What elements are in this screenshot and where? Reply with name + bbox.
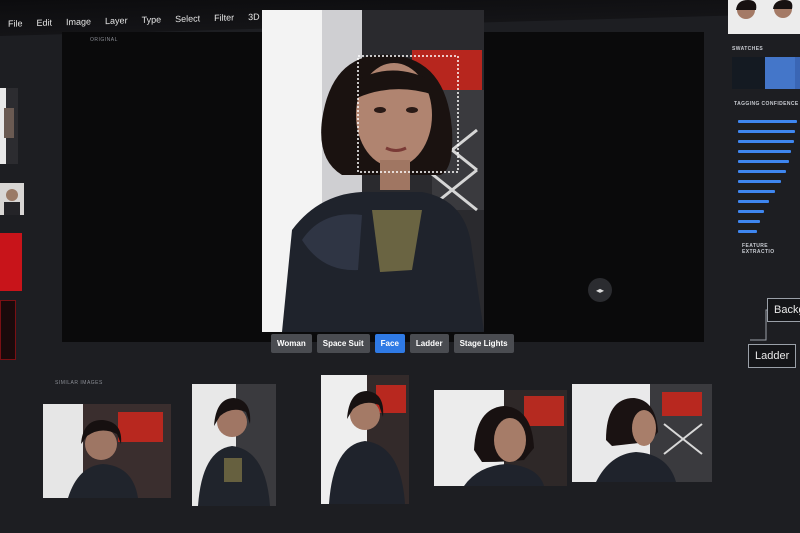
similar-thumb-2[interactable] [192, 384, 276, 506]
swatch-3[interactable] [795, 57, 800, 89]
menu-item-edit[interactable]: Edit [37, 18, 53, 28]
tag-woman[interactable]: Woman [271, 334, 312, 353]
main-photo[interactable] [262, 10, 484, 332]
similar-thumb-5[interactable] [572, 384, 712, 482]
left-thumb-4[interactable] [0, 300, 16, 360]
tag-face[interactable]: Face [374, 334, 405, 353]
confidence-bar-2 [738, 130, 795, 133]
feature-extraction-label: FEATURE EXTRACTIO [742, 243, 775, 255]
confidence-bar-6 [738, 170, 786, 173]
swatch-2[interactable] [765, 57, 795, 89]
confidence-bar-8 [738, 190, 775, 193]
tag-space-suit[interactable]: Space Suit [316, 334, 370, 353]
menu-item-select[interactable]: Select [175, 13, 200, 24]
menu-item-filter[interactable]: Filter [214, 12, 234, 23]
similar-thumb-4[interactable] [434, 390, 567, 486]
swatches-label: SWATCHES [732, 46, 764, 52]
confidence-bar-3 [738, 140, 794, 143]
left-thumb-2[interactable] [0, 183, 24, 215]
confidence-bar-1 [738, 120, 797, 123]
confidence-bar-12 [738, 230, 757, 233]
confidence-bar-10 [738, 210, 764, 213]
tag-ladder[interactable]: Ladder [409, 334, 449, 353]
confidence-bar-4 [738, 150, 791, 153]
feature-node-ladder[interactable]: Ladder [748, 344, 797, 368]
menu-item-3d[interactable]: 3D [248, 12, 260, 22]
tag-stage-lights[interactable]: Stage Lights [453, 334, 514, 353]
similar-images-label: SIMILAR IMAGES [55, 380, 103, 386]
menu-item-file[interactable]: File [8, 18, 23, 28]
swatch-1[interactable] [732, 57, 765, 89]
similar-thumb-1[interactable] [43, 404, 171, 498]
stage-label: ORIGINAL [90, 37, 118, 43]
confidence-bar-11 [738, 220, 760, 223]
tag-bar: Woman Space Suit Face Ladder Stage Light… [271, 334, 514, 353]
swap-arrows-icon[interactable]: ◂▸ [588, 278, 612, 302]
left-thumb-3[interactable] [0, 233, 22, 291]
tagging-confidence-label: TAGGING CONFIDENCE [734, 101, 799, 107]
menu-item-image[interactable]: Image [66, 16, 91, 27]
right-preview-thumb[interactable] [728, 0, 800, 34]
confidence-bar-7 [738, 180, 781, 183]
menu-item-layer[interactable]: Layer [105, 15, 128, 26]
left-thumb-1[interactable] [0, 88, 18, 164]
menu-item-type[interactable]: Type [142, 15, 162, 26]
confidence-bar-9 [738, 200, 769, 203]
feature-node-background[interactable]: Backg [767, 298, 800, 322]
similar-thumb-3[interactable] [321, 375, 409, 504]
confidence-bar-5 [738, 160, 789, 163]
